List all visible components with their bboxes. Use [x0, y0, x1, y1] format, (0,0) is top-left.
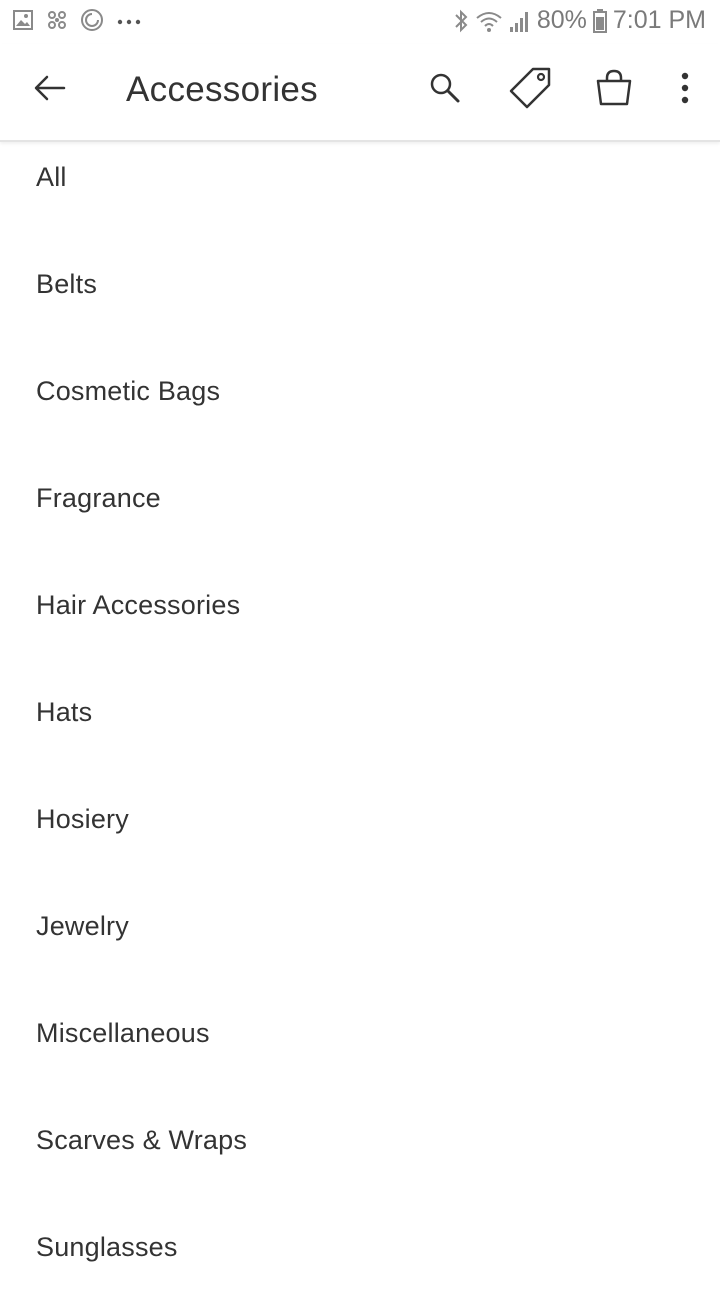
back-arrow-icon — [34, 74, 66, 107]
category-item-jewelry[interactable]: Jewelry — [0, 873, 720, 980]
status-bar-system: 80% 7:01 PM — [453, 6, 706, 35]
category-item-fragrance[interactable]: Fragrance — [0, 445, 720, 552]
signal-icon — [509, 9, 531, 33]
status-bar-notifications — [12, 8, 142, 32]
battery-icon — [592, 8, 607, 34]
offers-button[interactable] — [506, 66, 554, 114]
category-item-belts[interactable]: Belts — [0, 231, 720, 338]
page-title: Accessories — [126, 70, 318, 109]
tag-icon — [507, 65, 553, 116]
gallery-icon — [12, 9, 34, 31]
overflow-menu-icon — [680, 72, 690, 109]
category-item-cosmetic-bags[interactable]: Cosmetic Bags — [0, 338, 720, 445]
category-item-scarves-wraps[interactable]: Scarves & Wraps — [0, 1087, 720, 1194]
category-item-all[interactable]: All — [0, 124, 720, 231]
status-bar: 80% 7:01 PM — [0, 0, 720, 44]
category-list: All Belts Cosmetic Bags Fragrance Hair A… — [0, 124, 720, 1301]
category-item-miscellaneous[interactable]: Miscellaneous — [0, 980, 720, 1087]
battery-text: 80% — [536, 6, 587, 34]
overflow-menu-button[interactable] — [661, 66, 709, 114]
shopping-bag-icon — [594, 68, 634, 113]
back-button[interactable] — [26, 66, 74, 114]
category-item-hair-accessories[interactable]: Hair Accessories — [0, 552, 720, 659]
pinwheel-icon — [46, 9, 68, 31]
category-item-hats[interactable]: Hats — [0, 659, 720, 766]
category-item-sunglasses[interactable]: Sunglasses — [0, 1194, 720, 1301]
sync-icon — [80, 8, 104, 32]
search-button[interactable] — [421, 66, 469, 114]
search-icon — [428, 71, 462, 110]
shopping-bag-button[interactable] — [590, 66, 638, 114]
clock-text: 7:01 PM — [612, 6, 706, 34]
wifi-icon — [475, 9, 503, 33]
more-dots-icon — [116, 9, 142, 31]
category-item-hosiery[interactable]: Hosiery — [0, 766, 720, 873]
bluetooth-icon — [453, 8, 469, 34]
